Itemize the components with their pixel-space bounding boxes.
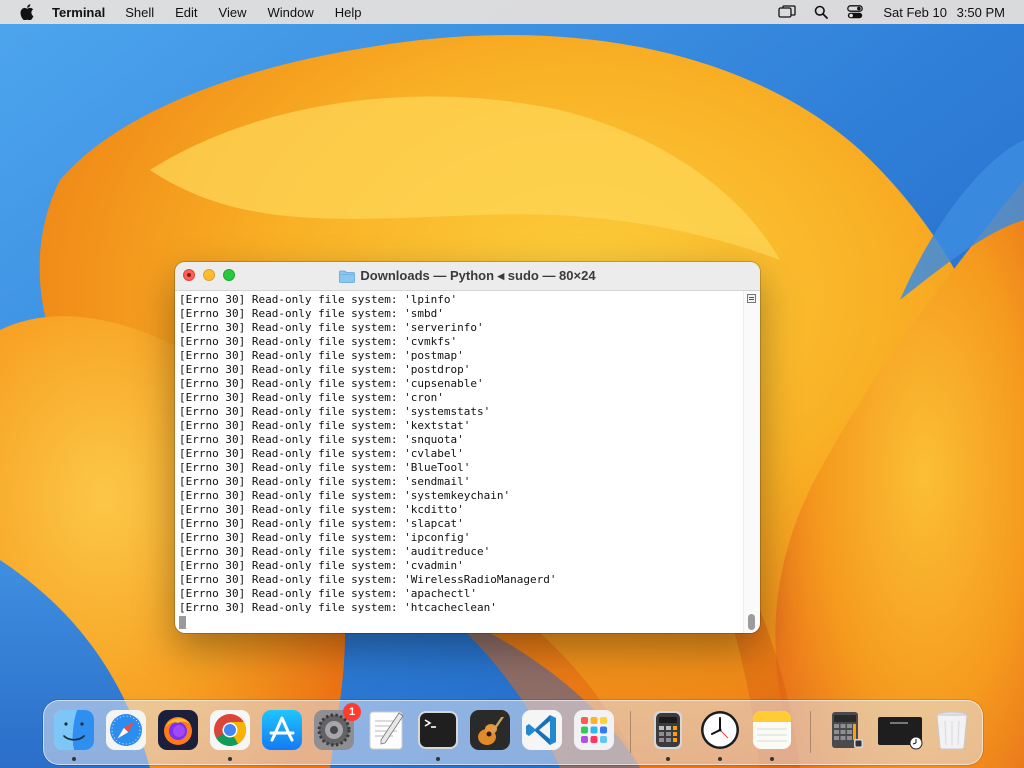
menu-view[interactable]: View: [219, 5, 247, 20]
terminal-output[interactable]: [Errno 30] Read-only file system: 'lpinf…: [175, 291, 744, 633]
dock-app-store[interactable]: [260, 708, 304, 752]
textedit-icon: [369, 711, 404, 750]
dock-firefox[interactable]: [156, 708, 200, 752]
terminal-line: [Errno 30] Read-only file system: 'snquo…: [179, 433, 464, 446]
window-controls: [183, 269, 243, 281]
dock-finder[interactable]: [52, 708, 96, 752]
running-indicator: [770, 757, 774, 761]
vertical-scrollbar[interactable]: [743, 291, 760, 633]
terminal-line: [Errno 30] Read-only file system: 'smbd': [179, 307, 444, 320]
terminal-line: [Errno 30] Read-only file system: 'syste…: [179, 489, 511, 502]
terminal-line: [Errno 30] Read-only file system: 'cvadm…: [179, 559, 464, 572]
dock-minimized-window[interactable]: [876, 708, 926, 752]
window-titlebar[interactable]: Downloads — Python ◂ sudo — 80×24: [175, 262, 760, 291]
zoom-button[interactable]: [223, 269, 235, 281]
dock-launchpad[interactable]: [572, 708, 616, 752]
garageband-icon: [470, 710, 510, 750]
menu-shell[interactable]: Shell: [125, 5, 154, 20]
running-indicator: [666, 757, 670, 761]
finder-icon: [54, 710, 94, 750]
terminal-line: [Errno 30] Read-only file system: 'cvlab…: [179, 447, 464, 460]
spotlight-search-icon[interactable]: [811, 2, 831, 22]
chrome-icon: [210, 710, 250, 750]
terminal-line: [Errno 30] Read-only file system: 'postd…: [179, 363, 471, 376]
terminal-line: [Errno 30] Read-only file system: 'Wirel…: [179, 573, 557, 586]
terminal-line: [Errno 30] Read-only file system: 'serve…: [179, 321, 484, 334]
notes-icon: [753, 711, 791, 749]
menu-bar-clock[interactable]: Sat Feb 10 3:50 PM: [883, 5, 1005, 20]
firefox-icon: [158, 710, 198, 750]
minimize-button[interactable]: [203, 269, 215, 281]
launchpad-icon: [574, 710, 614, 750]
dock-separator: [630, 711, 631, 753]
notification-badge: 1: [343, 703, 361, 721]
vscode-icon: [522, 710, 562, 750]
app-store-icon: [262, 710, 302, 750]
apple-menu-icon[interactable]: [18, 3, 36, 21]
menu-bar: Terminal Shell Edit View Window Help Sat…: [0, 0, 1024, 24]
terminal-line: [Errno 30] Read-only file system: 'postm…: [179, 349, 464, 362]
menu-bar-status-area: Sat Feb 10 3:50 PM: [777, 0, 1024, 24]
dock-notes[interactable]: [750, 708, 794, 752]
dock-vscode[interactable]: [520, 708, 564, 752]
terminal-line: [Errno 30] Read-only file system: 'apach…: [179, 587, 478, 600]
close-button[interactable]: [183, 269, 195, 281]
terminal-line: [Errno 30] Read-only file system: 'cupse…: [179, 377, 484, 390]
dock-clock[interactable]: [698, 708, 742, 752]
terminal-line: [Errno 30] Read-only file system: 'cron': [179, 391, 444, 404]
terminal-line: [Errno 30] Read-only file system: 'cvmkf…: [179, 335, 458, 348]
clock-time: 3:50 PM: [956, 4, 1005, 20]
menu-window[interactable]: Window: [268, 5, 314, 20]
terminal-prompt-line: [179, 615, 744, 629]
dock-textedit[interactable]: [364, 708, 408, 752]
terminal-line: [Errno 30] Read-only file system: 'BlueT…: [179, 461, 471, 474]
menu-edit[interactable]: Edit: [175, 5, 197, 20]
clock-date: Sat Feb 10: [883, 4, 947, 20]
dock-system-settings[interactable]: 1: [312, 703, 361, 752]
terminal-line: [Errno 30] Read-only file system: 'kexts…: [179, 419, 471, 432]
dock-chrome[interactable]: [208, 708, 252, 752]
terminal-line: [Errno 30] Read-only file system: 'slapc…: [179, 517, 464, 530]
terminal-line: [Errno 30] Read-only file system: 'kcdit…: [179, 503, 464, 516]
terminal-window[interactable]: Downloads — Python ◂ sudo — 80×24 [Errno…: [175, 262, 760, 633]
calculator-icon: [654, 711, 682, 749]
dock-safari[interactable]: [104, 708, 148, 752]
marks-menu-icon[interactable]: [747, 294, 756, 303]
terminal-line: [Errno 30] Read-only file system: 'ipcon…: [179, 531, 471, 544]
calculator-window-icon: [832, 712, 863, 748]
menu-help[interactable]: Help: [335, 5, 362, 20]
menu-app-name[interactable]: Terminal: [52, 5, 105, 20]
window-title: Downloads — Python ◂ sudo — 80×24: [360, 268, 596, 283]
dock-trash[interactable]: [930, 708, 974, 752]
safari-icon: [106, 710, 146, 750]
terminal-line: [Errno 30] Read-only file system: 'lpinf…: [179, 293, 458, 306]
scrollbar-thumb[interactable]: [748, 614, 755, 630]
terminal-line: [Errno 30] Read-only file system: 'htcac…: [179, 601, 497, 614]
dock-terminal[interactable]: [416, 708, 460, 752]
control-center-icon[interactable]: [845, 2, 865, 22]
running-indicator: [718, 757, 722, 761]
text-cursor: [179, 616, 186, 629]
running-indicator: [228, 757, 232, 761]
folder-icon: [339, 270, 356, 283]
dock-calculator[interactable]: [646, 708, 690, 752]
dock-separator: [810, 711, 811, 753]
terminal-line: [Errno 30] Read-only file system: 'sendm…: [179, 475, 471, 488]
screen-mirroring-icon[interactable]: [777, 2, 797, 22]
dock-minimized-calculator[interactable]: [824, 708, 868, 752]
running-indicator: [436, 757, 440, 761]
window-title-area: Downloads — Python ◂ sudo — 80×24: [339, 268, 596, 284]
dock: 1: [43, 700, 983, 765]
dock-garageband[interactable]: [468, 708, 512, 752]
clock-icon: [701, 711, 739, 749]
window-thumbnail-icon: [878, 717, 923, 750]
running-indicator: [72, 757, 76, 761]
terminal-line: [Errno 30] Read-only file system: 'audit…: [179, 545, 491, 558]
terminal-icon: [418, 711, 458, 749]
trash-icon: [936, 711, 968, 750]
terminal-line: [Errno 30] Read-only file system: 'syste…: [179, 405, 491, 418]
